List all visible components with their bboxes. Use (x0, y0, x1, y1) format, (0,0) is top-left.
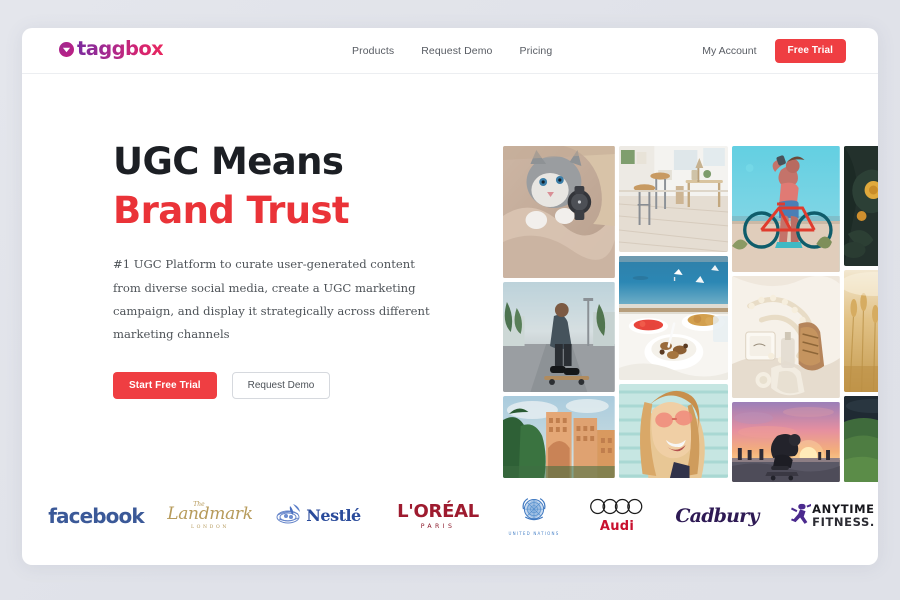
brand-logo-the-landmark-london[interactable]: The Landmark LONDON (158, 493, 262, 539)
landmark-name: Landmark (167, 504, 253, 524)
loreal-wordmark: L'ORÉAL (397, 501, 479, 522)
top-navigation-bar: taggbox Products Request Demo Pricing My… (22, 28, 878, 74)
fitness-word: FITNESS. (812, 514, 875, 529)
anytime-fitness-runner-icon (791, 502, 813, 529)
brand-logo[interactable]: taggbox (59, 37, 164, 60)
nav-link-pricing[interactable]: Pricing (519, 45, 552, 57)
loreal-paris-sub: PARIS (420, 523, 456, 530)
headline-line-1: UGC Means (113, 140, 344, 183)
united-nations-sub: UNITED NATIONS (508, 530, 560, 536)
audi-wordmark: Audi (599, 518, 635, 534)
brand-logo-united-nations[interactable]: UNITED NATIONS (484, 493, 584, 539)
united-nations-emblem-icon (520, 497, 548, 528)
brand-logo-loreal-paris[interactable]: L'ORÉAL PARIS (382, 493, 494, 539)
nav-actions: My Account Free Trial (702, 28, 846, 74)
start-free-trial-button[interactable]: Start Free Trial (113, 372, 217, 400)
nestle-wordmark: Nestlé (306, 506, 361, 525)
mosaic-column-2 (618, 146, 729, 478)
brand-logo-cadbury[interactable]: Cadbury (668, 493, 766, 539)
mosaic-column-1 (503, 146, 615, 478)
nestle-bird-nest-icon (275, 500, 305, 531)
photo-tile-skateboarder-street[interactable] (503, 282, 615, 392)
client-logos-strip: facebook The Landmark LONDON Nestlé L'OR… (22, 466, 878, 565)
photo-tile-flatlay-pearls-shoes[interactable] (732, 276, 841, 398)
request-demo-button[interactable]: Request Demo (231, 372, 331, 400)
photo-tile-cafe-interior[interactable] (618, 146, 729, 252)
brand-logo-audi[interactable]: Audi (574, 493, 660, 539)
photo-tile-dark-florals[interactable] (844, 146, 878, 266)
brand-logo-facebook[interactable]: facebook (44, 493, 148, 539)
brand-logo-text: taggbox (77, 37, 164, 60)
free-trial-button[interactable]: Free Trial (774, 39, 846, 63)
hero-subcopy: #1 UGC Platform to curate user-generated… (113, 257, 430, 341)
landmark-sub: LONDON (191, 525, 229, 530)
nav-link-products[interactable]: Products (352, 45, 394, 57)
hero-cta-row: Start Free Trial Request Demo (113, 372, 463, 400)
photo-tile-brunch-seaside[interactable] (618, 256, 729, 380)
brand-logo-anytime-fitness[interactable]: ANYTIME FITNESS. (778, 493, 878, 539)
headline-line-2: Brand Trust (113, 189, 350, 233)
brand-logo-nestle[interactable]: Nestlé (270, 493, 366, 539)
photo-tile-golden-wheat-field[interactable] (844, 270, 878, 392)
my-account-link[interactable]: My Account (702, 45, 756, 57)
photo-tile-laughing-woman-sunglasses[interactable] (618, 384, 729, 478)
photo-tile-cyclist-beach[interactable] (732, 146, 841, 272)
nav-link-request-demo[interactable]: Request Demo (421, 45, 492, 57)
hero-section: UGC Means Brand Trust #1 UGC Platform to… (22, 74, 878, 482)
photo-tile-cat-and-watch[interactable] (503, 146, 615, 278)
primary-nav-links: Products Request Demo Pricing (352, 28, 552, 74)
mosaic-column-4 (844, 146, 878, 482)
page-title: UGC Means Brand Trust (113, 137, 463, 235)
taggbox-circle-logo-icon (59, 42, 74, 58)
mosaic-column-3 (732, 146, 841, 482)
ugc-photo-mosaic (503, 146, 878, 482)
site-card: taggbox Products Request Demo Pricing My… (22, 28, 878, 565)
hero-copy-block: UGC Means Brand Trust #1 UGC Platform to… (113, 137, 463, 400)
audi-four-rings-icon (588, 498, 646, 519)
